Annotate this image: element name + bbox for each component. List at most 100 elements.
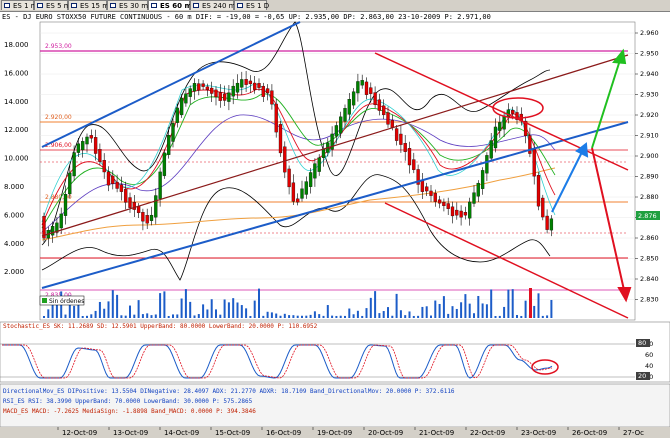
volume-bar bbox=[326, 305, 329, 318]
volume-bar bbox=[275, 313, 278, 318]
volume-bar bbox=[98, 301, 101, 318]
candle-body bbox=[536, 175, 541, 207]
right-axis-tick: 2.880 bbox=[640, 193, 659, 201]
volume-bar bbox=[503, 306, 506, 318]
candle-body bbox=[377, 99, 382, 111]
candle-body bbox=[102, 160, 106, 173]
volume-bar bbox=[227, 302, 230, 318]
volume-bar bbox=[305, 315, 308, 318]
volume-bar bbox=[47, 309, 50, 318]
volume-bar bbox=[51, 304, 54, 318]
volume-bar bbox=[210, 299, 213, 318]
candle-body bbox=[240, 79, 244, 88]
volume-bar bbox=[103, 308, 106, 318]
left-axis-tick: 2.000 bbox=[4, 268, 24, 276]
volume-bar bbox=[141, 314, 144, 318]
stoch-80-tag-text: 80 bbox=[638, 339, 646, 347]
volume-bar bbox=[309, 314, 312, 318]
volume-bar bbox=[43, 315, 45, 318]
candle-body bbox=[317, 157, 321, 172]
volume-bar bbox=[318, 314, 321, 318]
left-axis-tick: 8.000 bbox=[4, 183, 24, 191]
left-axis-tick: 6.000 bbox=[4, 211, 24, 219]
volume-bar bbox=[301, 315, 303, 318]
candle-body bbox=[149, 214, 154, 221]
candle-body bbox=[93, 137, 98, 154]
candle-body bbox=[287, 168, 291, 188]
volume-bar bbox=[430, 315, 432, 318]
stoch-20-tag-text: 20 bbox=[638, 372, 646, 380]
right-price-axis[interactable]: 2.960 2.950 2.940 2.930 2.920 2.910 2.900 2.890… bbox=[635, 29, 659, 304]
volume-bar bbox=[412, 315, 415, 318]
right-axis-tick: 2.910 bbox=[640, 132, 659, 140]
volume-bar bbox=[477, 295, 480, 318]
candle-body bbox=[158, 171, 162, 199]
volume-bar bbox=[313, 311, 316, 318]
right-axis-tick: 2.860 bbox=[640, 234, 659, 242]
date-tick: 23-Oct-09 bbox=[521, 429, 556, 437]
candle-body bbox=[85, 136, 89, 145]
volume-bar bbox=[511, 289, 514, 318]
volume-bar bbox=[387, 307, 389, 318]
candle-body bbox=[218, 92, 222, 101]
date-tick: 12-Oct-09 bbox=[62, 429, 97, 437]
candle-body bbox=[154, 195, 158, 218]
date-tick: 19-Oct-09 bbox=[317, 429, 352, 437]
volume-bar bbox=[541, 315, 544, 318]
stochastic-info: Stochastic_ES SK: 11.2689 SD: 12.5901 Up… bbox=[3, 323, 318, 330]
candle-body bbox=[412, 159, 416, 170]
price-panel[interactable] bbox=[39, 21, 636, 321]
volume-bar bbox=[270, 312, 273, 318]
volume-bar bbox=[331, 315, 334, 318]
volume-bar bbox=[356, 310, 359, 318]
volume-bar bbox=[348, 308, 351, 318]
chart-canvas[interactable]: 2.953,00 2.920,00 2.906,00 2.880,00 2.83… bbox=[0, 0, 670, 438]
candle-body bbox=[369, 87, 373, 94]
candle-body bbox=[136, 206, 141, 214]
candle-body bbox=[450, 206, 455, 217]
volume-bar bbox=[111, 290, 114, 318]
candle-body bbox=[532, 149, 536, 177]
candle-body bbox=[63, 194, 68, 216]
date-tick: 22-Oct-09 bbox=[470, 429, 505, 437]
candle-body bbox=[321, 149, 326, 158]
candle-body bbox=[162, 152, 167, 176]
volume-bar bbox=[408, 311, 411, 318]
right-axis-tick: 2.900 bbox=[640, 152, 659, 160]
candle-body bbox=[98, 149, 102, 162]
candle-body bbox=[373, 92, 377, 105]
candle-body bbox=[59, 213, 63, 229]
volume-bar bbox=[391, 315, 394, 318]
candle-body bbox=[68, 172, 72, 195]
volume-bar bbox=[232, 298, 235, 318]
date-tick: 14-Oct-09 bbox=[164, 429, 199, 437]
right-axis-tick: 2.950 bbox=[640, 50, 659, 58]
candle-body bbox=[382, 105, 386, 116]
left-axis-tick: 14.000 bbox=[4, 98, 29, 106]
candle-body bbox=[81, 141, 85, 151]
volume-bar bbox=[219, 314, 222, 318]
stochastic-panel[interactable] bbox=[0, 321, 670, 383]
volume-bar bbox=[133, 314, 136, 318]
candle-body bbox=[364, 81, 369, 95]
candle-body bbox=[76, 143, 81, 153]
last-price-tag-text: 2.876 bbox=[638, 212, 657, 220]
volume-bar bbox=[288, 315, 291, 318]
candle-body bbox=[472, 192, 476, 204]
volume-bar bbox=[494, 315, 497, 318]
date-tick: 13-Oct-09 bbox=[113, 429, 148, 437]
volume-bar bbox=[279, 315, 282, 318]
candle-body bbox=[480, 170, 485, 189]
left-axis-tick: 4.000 bbox=[4, 240, 24, 248]
volume-bar bbox=[481, 303, 484, 318]
volume-bar bbox=[258, 288, 260, 318]
date-tick: 16-Oct-09 bbox=[266, 429, 301, 437]
volume-bar bbox=[184, 289, 187, 318]
candle-body bbox=[214, 89, 218, 98]
candle-body bbox=[541, 197, 545, 218]
volume-bar bbox=[154, 314, 157, 318]
level-label-2920: 2.920,00 bbox=[45, 114, 72, 121]
volume-bar bbox=[86, 315, 88, 318]
candle-body bbox=[394, 128, 399, 141]
left-axis-tick: 10.000 bbox=[4, 155, 29, 163]
